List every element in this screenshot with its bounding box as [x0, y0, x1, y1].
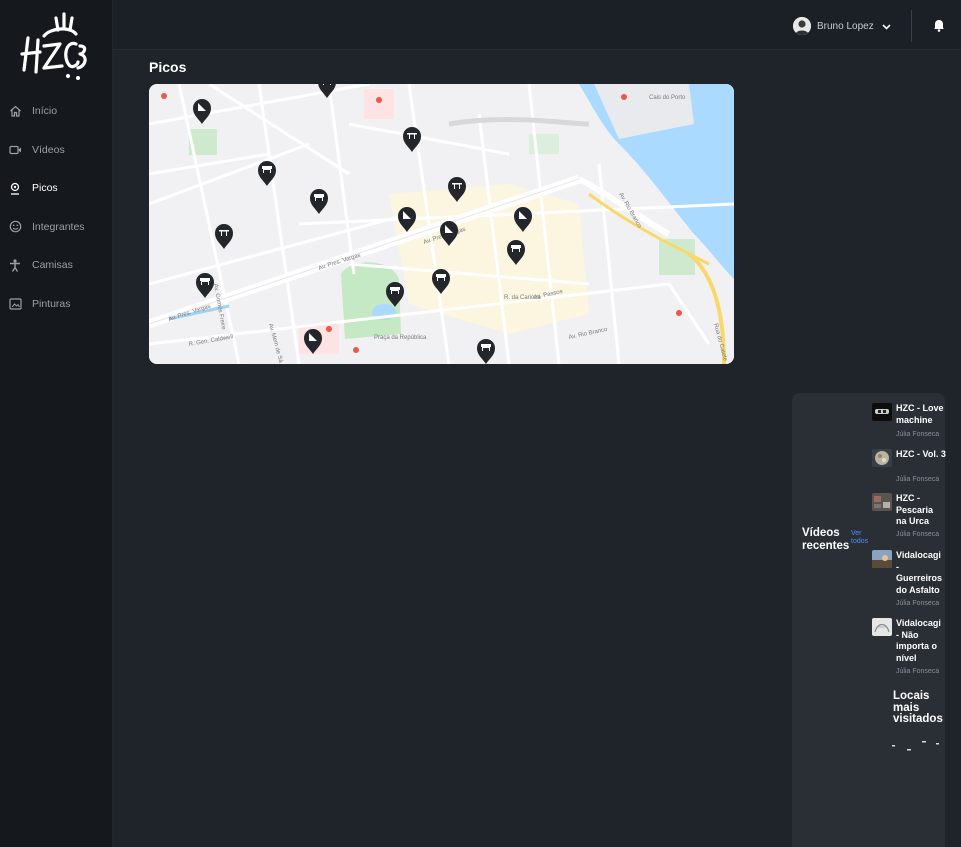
map-pin-icon: [8, 181, 22, 195]
home-icon: [8, 104, 22, 118]
video-thumbnail: [872, 493, 892, 511]
video-thumbnail: [872, 618, 892, 636]
most-visited-map-preview: [892, 739, 944, 753]
sidebar-item-label: Vídeos: [32, 143, 65, 156]
map-street-label: Cais do Porto: [649, 95, 686, 101]
sidebar-item-videos[interactable]: Vídeos: [0, 131, 113, 170]
person-icon: [8, 258, 22, 272]
sidebar-item-label: Início: [32, 105, 58, 118]
video-camera-icon: [8, 143, 22, 157]
sidebar-item-label: Picos: [32, 182, 58, 195]
sidebar: Início Vídeos Picos Integrantes Camisas …: [0, 0, 113, 847]
page-title: Picos: [149, 59, 187, 75]
video-author: Júlia Fonseca: [896, 668, 940, 675]
video-item[interactable]: HZC - Vol. 3 Júlia Fonseca: [872, 449, 946, 487]
brand-logo[interactable]: [14, 10, 94, 85]
video-item[interactable]: Vidalocagi - Guerreiros do Asfalto Júlia…: [872, 550, 945, 610]
sidebar-item-integrantes[interactable]: Integrantes: [0, 208, 113, 247]
video-author: Júlia Fonseca: [896, 531, 940, 538]
topbar: Bruno Lopez: [113, 0, 961, 50]
chevron-down-icon: [882, 17, 891, 35]
app-root: Início Vídeos Picos Integrantes Camisas …: [0, 0, 961, 847]
video-item[interactable]: HZC - Love machine Júlia Fonseca: [872, 403, 945, 449]
video-title: Vidalocagi - Não importa o nível: [896, 618, 941, 663]
map-street-label: R. da Carioca: [504, 295, 541, 301]
recent-videos-title: Vídeos recentes: [802, 527, 850, 552]
video-item[interactable]: HZC - Pescaria na Urca Júlia Fonseca: [872, 493, 945, 545]
sidebar-item-label: Camisas: [32, 259, 73, 272]
most-visited-title: Locais mais visitados: [893, 690, 943, 725]
video-thumbnail: [872, 449, 892, 467]
user-name: Bruno Lopez: [817, 20, 874, 32]
sidebar-nav: Início Vídeos Picos Integrantes Camisas …: [0, 92, 113, 323]
map-canvas[interactable]: Av. Pres. Vargas Av. Pres. Vargas Av. Ri…: [149, 84, 734, 364]
sidebar-item-pinturas[interactable]: Pinturas: [0, 285, 113, 324]
video-title: HZC - Vol. 3: [896, 449, 946, 459]
sidebar-item-label: Pinturas: [32, 297, 71, 310]
sidebar-item-camisas[interactable]: Camisas: [0, 246, 113, 285]
video-author: Júlia Fonseca: [896, 600, 940, 607]
map-street-label: Praça da República: [374, 335, 427, 341]
video-item[interactable]: Vidalocagi - Não importa o nível Júlia F…: [872, 618, 945, 678]
right-panel: Vídeos recentes Ver todos HZC - Love mac…: [792, 393, 946, 847]
sidebar-item-label: Integrantes: [32, 220, 85, 233]
sidebar-item-picos[interactable]: Picos: [0, 169, 113, 208]
sidebar-item-inicio[interactable]: Início: [0, 92, 113, 131]
topbar-divider: [911, 10, 912, 42]
video-title: Vidalocagi - Guerreiros do Asfalto: [896, 550, 943, 595]
map-view[interactable]: Av. Pres. Vargas Av. Pres. Vargas Av. Ri…: [149, 84, 734, 364]
video-author: Júlia Fonseca: [896, 476, 940, 483]
video-title: HZC - Pescaria na Urca: [896, 493, 934, 526]
video-author: Júlia Fonseca: [896, 431, 940, 438]
user-menu[interactable]: Bruno Lopez: [793, 15, 891, 37]
video-thumbnail: [872, 403, 892, 421]
bell-icon[interactable]: [933, 18, 945, 32]
smile-icon: [8, 220, 22, 234]
avatar-icon: [793, 17, 811, 35]
video-thumbnail: [872, 550, 892, 568]
image-icon: [8, 297, 22, 311]
video-title: HZC - Love machine: [896, 403, 944, 425]
